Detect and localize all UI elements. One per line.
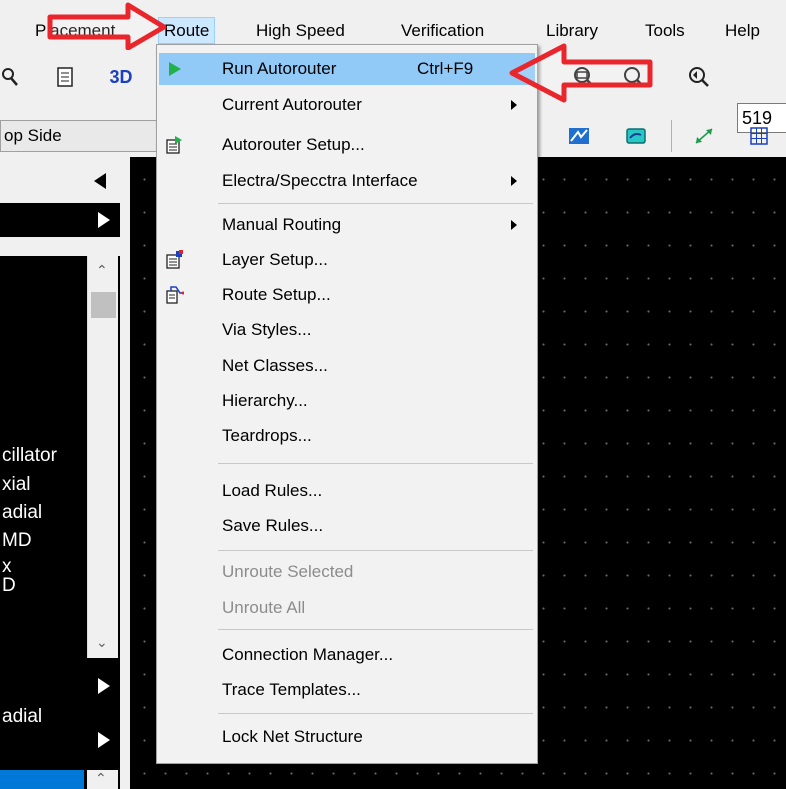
- grid-icon[interactable]: [745, 121, 773, 151]
- menu-separator: [218, 713, 533, 714]
- menu-item-connection-manager[interactable]: Connection Manager...: [159, 639, 535, 671]
- panel-section-header[interactable]: [0, 203, 120, 237]
- menu-item-hierarchy[interactable]: Hierarchy...: [159, 385, 535, 417]
- panel-section-header[interactable]: [0, 669, 120, 703]
- play-icon: [169, 62, 181, 76]
- list-scrollbar[interactable]: ⌃: [87, 770, 118, 789]
- menu-separator: [218, 629, 533, 630]
- report-icon[interactable]: [53, 62, 77, 92]
- menu-high-speed[interactable]: High Speed: [251, 17, 350, 44]
- menu-item-save-rules[interactable]: Save Rules...: [159, 510, 535, 542]
- menu-item-layer-setup[interactable]: Layer Setup...: [159, 244, 535, 276]
- board-outline-icon[interactable]: [622, 121, 650, 151]
- layer-side-select[interactable]: op Side: [0, 120, 160, 152]
- panel-section-header[interactable]: [0, 723, 120, 757]
- scroll-up-icon[interactable]: ⌃: [95, 770, 107, 787]
- list-item[interactable]: cillator: [2, 445, 57, 467]
- expand-arrow-icon: [98, 212, 110, 228]
- menu-item-load-rules[interactable]: Load Rules...: [159, 475, 535, 507]
- menu-separator: [218, 463, 533, 464]
- menu-item-via-styles[interactable]: Via Styles...: [159, 314, 535, 346]
- scroll-down-icon[interactable]: ⌄: [96, 634, 108, 651]
- view-3d-button[interactable]: 3D: [104, 62, 138, 92]
- pan-tool-icon[interactable]: [0, 62, 20, 92]
- menu-item-autorouter-setup[interactable]: Autorouter Setup...: [159, 129, 535, 161]
- annotation-arrow-left-icon: [509, 43, 653, 103]
- list-scrollbar[interactable]: ⌃ ⌄: [87, 256, 118, 658]
- zoom-previous-icon[interactable]: [684, 62, 712, 92]
- submenu-arrow-icon: [511, 176, 517, 186]
- menu-item-manual-routing[interactable]: Manual Routing: [159, 209, 535, 241]
- menu-separator: [218, 550, 533, 551]
- list-item[interactable]: xial: [2, 474, 31, 496]
- toolbar-divider: [671, 120, 672, 152]
- list-item[interactable]: MD: [2, 530, 32, 552]
- list-item[interactable]: adial: [2, 502, 42, 524]
- menu-item-route-setup[interactable]: Route Setup...: [159, 279, 535, 311]
- measure-icon[interactable]: [690, 121, 718, 151]
- menu-item-run-autorouter[interactable]: Run Autorouter Ctrl+F9: [159, 53, 535, 85]
- selected-list-row[interactable]: [0, 770, 84, 789]
- menu-help[interactable]: Help: [720, 17, 765, 44]
- layer-display-icon[interactable]: [565, 121, 593, 151]
- menu-item-teardrops[interactable]: Teardrops...: [159, 420, 535, 452]
- submenu-arrow-icon: [511, 220, 517, 230]
- collapse-panel-icon[interactable]: [94, 173, 106, 189]
- menu-item-current-autorouter[interactable]: Current Autorouter: [159, 89, 535, 121]
- menu-item-trace-templates[interactable]: Trace Templates...: [159, 674, 535, 706]
- layer-setup-icon: [166, 250, 183, 269]
- menu-item-electra-specctra[interactable]: Electra/Specctra Interface: [159, 165, 535, 197]
- menu-item-unroute-selected: Unroute Selected: [222, 562, 354, 581]
- menu-verification[interactable]: Verification: [396, 17, 489, 44]
- menu-item-unroute-all: Unroute All: [222, 598, 306, 617]
- menu-separator: [218, 203, 533, 204]
- route-setup-icon: [166, 286, 184, 304]
- list-item[interactable]: D: [2, 575, 16, 597]
- annotation-arrow-right-icon: [47, 2, 167, 50]
- menu-item-net-classes[interactable]: Net Classes...: [159, 350, 535, 382]
- scroll-thumb[interactable]: [91, 292, 116, 318]
- menu-item-lock-net-structure[interactable]: Lock Net Structure: [159, 721, 535, 753]
- expand-arrow-icon: [98, 678, 110, 694]
- autorouter-setup-icon: [166, 136, 182, 154]
- route-menu: Run Autorouter Ctrl+F9 Current Autoroute…: [156, 44, 538, 764]
- scroll-up-icon[interactable]: ⌃: [96, 262, 108, 279]
- expand-arrow-icon: [98, 732, 110, 748]
- left-panel: cillator xial adial MD x D xial adial MD…: [0, 160, 125, 789]
